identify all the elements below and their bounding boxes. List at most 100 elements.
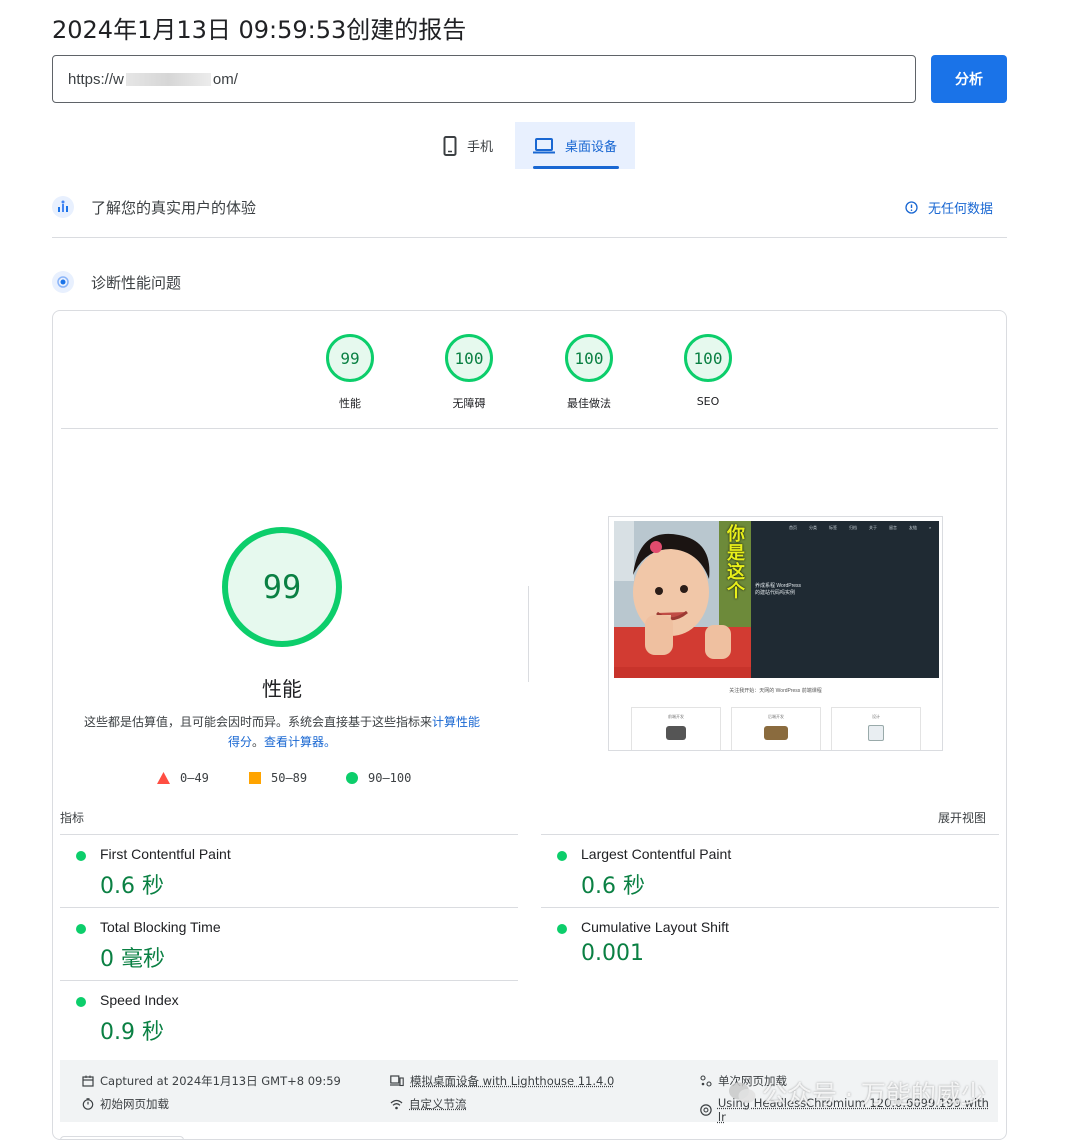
metric-fcp: First Contentful Paint 0.6 秒 bbox=[60, 834, 518, 906]
legend-average: 50–89 bbox=[249, 771, 307, 785]
hero-line: 的建站代码吗实例 bbox=[755, 590, 796, 596]
phone-icon bbox=[443, 135, 457, 156]
watermark-text: 公众号 · 万能的威少 bbox=[762, 1080, 986, 1109]
metric-cls: Cumulative Layout Shift 0.001 bbox=[541, 907, 999, 979]
metric-value: 0 毫秒 bbox=[100, 947, 165, 972]
throttling-label: 自定义节流 bbox=[409, 1097, 467, 1111]
nav-item: 关于 bbox=[869, 525, 877, 530]
desc-text: 这些都是估算值，且可能会因时而异。系统会直接基于这些指标来 bbox=[83, 715, 432, 729]
captured-at: Captured at 2024年1月13日 GMT+8 09:59 bbox=[82, 1073, 341, 1089]
card-illustration bbox=[666, 726, 686, 740]
performance-gauge: 99 bbox=[222, 527, 342, 647]
metric-name: Total Blocking Time bbox=[100, 919, 221, 935]
score-gauge-performance[interactable]: 99 bbox=[326, 334, 374, 382]
card-illustration bbox=[868, 725, 884, 741]
score-value: 100 bbox=[565, 334, 613, 382]
chrome-icon bbox=[700, 1104, 712, 1116]
calendar-icon bbox=[82, 1075, 94, 1087]
no-data-link[interactable]: 无任何数据 bbox=[905, 198, 993, 217]
score-gauge-seo[interactable]: 100 bbox=[684, 334, 732, 382]
info-icon bbox=[905, 201, 918, 214]
score-value: 100 bbox=[445, 334, 493, 382]
url-redacted bbox=[125, 72, 211, 86]
score-label-best-practices: 最佳做法 bbox=[567, 397, 611, 410]
nav-item: 留言 bbox=[889, 525, 897, 530]
metric-name: Largest Contentful Paint bbox=[581, 846, 732, 862]
section-divider bbox=[52, 237, 1007, 238]
wifi-icon bbox=[390, 1099, 403, 1109]
card-label: 设计 bbox=[872, 714, 880, 719]
url-input[interactable]: https://w om/ bbox=[52, 55, 916, 103]
card-label: 后端开发 bbox=[768, 714, 784, 719]
tab-active-indicator bbox=[533, 166, 619, 169]
watermark: 公众号 · 万能的威少 bbox=[728, 1075, 986, 1111]
metric-value: 0.001 bbox=[581, 941, 644, 966]
pass-dot bbox=[76, 924, 86, 934]
screenshot-vertical-text: 你是这个 bbox=[727, 524, 745, 602]
legend-average-label: 50–89 bbox=[271, 771, 308, 785]
report-title: 2024年1月13日 09:59:53创建的报告 bbox=[52, 16, 467, 44]
view-calculator-link[interactable]: 查看计算器。 bbox=[264, 735, 336, 749]
score-value: 99 bbox=[326, 334, 374, 382]
nodes-icon bbox=[700, 1075, 712, 1087]
metric-lcp: Largest Contentful Paint 0.6 秒 bbox=[541, 834, 999, 906]
laptop-icon bbox=[533, 137, 555, 153]
pass-dot bbox=[76, 851, 86, 861]
screenshot-nav: 首页 分类 标签 归档 关于 留言 友链 ⌕ bbox=[789, 525, 931, 531]
triangle-icon bbox=[157, 772, 170, 784]
field-section-label: 了解您的真实用户的体验 bbox=[91, 199, 257, 217]
lab-section-label: 诊断性能问题 bbox=[91, 274, 182, 292]
screenshot-card: 前端开发 bbox=[631, 707, 721, 750]
devices-icon bbox=[390, 1075, 404, 1087]
legend-fail: 0–49 bbox=[157, 771, 209, 785]
tab-desktop[interactable]: 桌面设备 bbox=[515, 122, 635, 169]
screenshot-bottom-text: 关注我开始：天网的 WordPress 前端课程 bbox=[729, 688, 822, 694]
nav-item: ⌕ bbox=[929, 525, 932, 530]
metric-value: 0.9 秒 bbox=[100, 1020, 164, 1045]
screenshot-card: 后端开发 bbox=[731, 707, 821, 750]
timer-icon bbox=[82, 1098, 94, 1110]
expand-view-toggle[interactable]: 展开视图 bbox=[938, 809, 986, 826]
screenshot-card: 设计 bbox=[831, 707, 921, 750]
url-prefix: https://w bbox=[68, 70, 124, 88]
metric-name: First Contentful Paint bbox=[100, 846, 231, 862]
initial-load: 初始网页加载 bbox=[82, 1096, 169, 1112]
wechat-icon bbox=[729, 1082, 756, 1103]
tab-desktop-label: 桌面设备 bbox=[565, 140, 618, 155]
legend-pass-label: 90–100 bbox=[368, 771, 412, 785]
scores-divider bbox=[61, 428, 998, 429]
nav-item: 友链 bbox=[909, 525, 917, 530]
score-label-performance: 性能 bbox=[339, 397, 361, 410]
performance-description: 这些都是估算值，且可能会因时而异。系统会直接基于这些指标来计算性能得分。查看计算… bbox=[82, 712, 482, 752]
url-suffix: om/ bbox=[212, 70, 238, 88]
tab-mobile[interactable]: 手机 bbox=[433, 122, 513, 169]
diagnose-icon bbox=[52, 271, 74, 293]
metric-name: Speed Index bbox=[100, 992, 179, 1008]
users-icon bbox=[52, 196, 74, 218]
vertical-divider bbox=[528, 586, 529, 682]
score-label-accessibility: 无障碍 bbox=[452, 397, 486, 410]
legend-fail-label: 0–49 bbox=[180, 771, 209, 785]
score-gauge-accessibility[interactable]: 100 bbox=[445, 334, 493, 382]
no-data-label: 无任何数据 bbox=[928, 202, 994, 217]
analyze-button[interactable]: 分析 bbox=[931, 55, 1007, 103]
hero-line: 养成系程 WordPress bbox=[755, 583, 802, 589]
metrics-title: 指标 bbox=[60, 811, 85, 825]
emulated-device: 模拟桌面设备 with Lighthouse 11.4.0 bbox=[390, 1073, 614, 1089]
score-gauge-best-practices[interactable]: 100 bbox=[565, 334, 613, 382]
nav-item: 标签 bbox=[829, 525, 837, 530]
tab-mobile-label: 手机 bbox=[467, 140, 494, 155]
metric-name: Cumulative Layout Shift bbox=[581, 919, 729, 935]
initial-load-label: 初始网页加载 bbox=[100, 1097, 169, 1111]
truncated-button[interactable] bbox=[60, 1136, 184, 1140]
metric-si: Speed Index 0.9 秒 bbox=[60, 980, 518, 1052]
nav-item: 分类 bbox=[809, 525, 817, 530]
score-label-seo: SEO bbox=[696, 395, 720, 408]
metric-value: 0.6 秒 bbox=[581, 874, 645, 899]
circle-icon bbox=[346, 772, 358, 784]
card-label: 前端开发 bbox=[668, 714, 684, 719]
final-screenshot[interactable]: 你是这个 首页 分类 标签 归档 关于 留言 友链 ⌕ 养成系程 WordPre… bbox=[608, 516, 943, 751]
pass-dot bbox=[557, 924, 567, 934]
metric-value: 0.6 秒 bbox=[100, 874, 164, 899]
metric-tbt: Total Blocking Time 0 毫秒 bbox=[60, 907, 518, 979]
